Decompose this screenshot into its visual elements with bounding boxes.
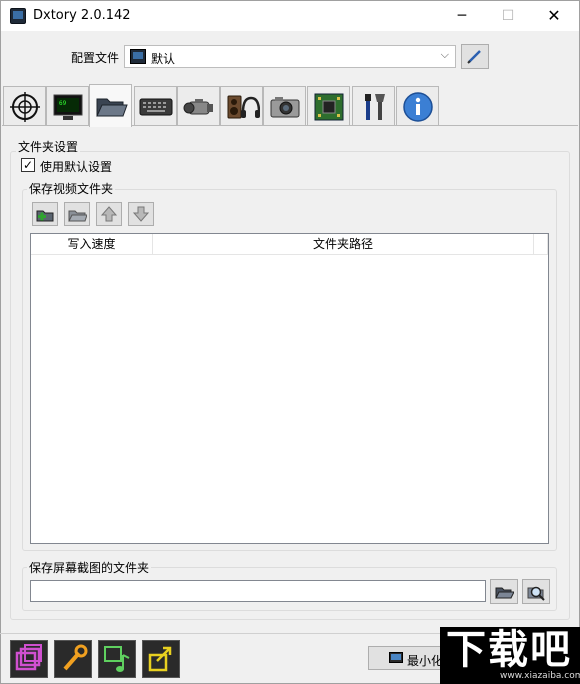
add-folder-icon (36, 210, 54, 222)
audio-icon (227, 95, 260, 118)
column-header-write-speed[interactable]: 写入速度 (31, 234, 153, 255)
move-up-button[interactable] (96, 202, 122, 226)
tab-keyboard[interactable] (134, 86, 177, 126)
tab-monitor[interactable]: 69 (46, 86, 89, 126)
keyboard-icon (139, 98, 172, 115)
video-camera-icon (183, 98, 213, 114)
magnifier-icon (527, 586, 545, 601)
remove-folder-icon (68, 210, 87, 222)
svg-text:69: 69 (59, 100, 67, 107)
screenshot-folder-title: 保存屏幕截图的文件夹 (27, 559, 152, 576)
app-icon (10, 8, 26, 24)
photo-camera-icon (270, 96, 299, 117)
export-button[interactable] (142, 640, 180, 678)
video-folder-list[interactable]: 写入速度 文件夹路径 (30, 233, 549, 544)
watermark-text: 下载吧 (446, 626, 572, 673)
tab-audio[interactable] (220, 86, 263, 126)
arrow-up-icon (100, 206, 118, 222)
overlay-icon (15, 644, 42, 671)
profile-label: 配置文件 (71, 51, 120, 65)
tab-info[interactable] (396, 86, 439, 126)
chevron-down-icon: ⌵ (440, 48, 449, 61)
wrench-icon (63, 644, 88, 671)
use-default-label: 使用默认设置 (40, 160, 113, 174)
tab-crosshair[interactable] (3, 86, 46, 126)
close-window-button[interactable]: ✕ (531, 1, 577, 31)
add-folder-button[interactable] (32, 202, 58, 226)
chip-icon (314, 93, 343, 120)
overlay-button[interactable] (10, 640, 48, 678)
move-down-button[interactable] (128, 202, 154, 226)
tools-icon (364, 93, 385, 120)
export-icon (148, 646, 172, 672)
settings-button[interactable] (54, 640, 92, 678)
monitor-icon (130, 49, 146, 64)
monitor-icon: 69 (53, 94, 82, 120)
minimize-to-tray-label: 最小化 (407, 654, 444, 668)
pencil-icon (467, 50, 481, 64)
maximize-window-button[interactable]: ☐ (485, 1, 531, 31)
column-header-filler (534, 234, 548, 255)
title-bar: Dxtory 2.0.142 ─ ☐ ✕ (1, 1, 579, 31)
tab-bar: 69 (0, 84, 580, 127)
tab-chip[interactable] (307, 86, 350, 126)
window-title: Dxtory 2.0.142 (33, 8, 131, 23)
info-icon (402, 91, 433, 122)
video-folder-title: 保存视频文件夹 (27, 180, 116, 197)
browse-folder-button[interactable] (490, 579, 518, 604)
watermark-url: www.xiazaiba.com (500, 671, 580, 681)
tab-video-camera[interactable] (177, 86, 220, 126)
column-header-folder-path[interactable]: 文件夹路径 (153, 234, 534, 255)
crosshair-icon (9, 91, 40, 122)
music-icon (104, 646, 130, 672)
watermark-logo: 下载吧 www.xiazaiba.com (440, 627, 580, 684)
folder-settings-title: 文件夹设置 (16, 138, 81, 155)
tab-folder[interactable] (89, 84, 132, 127)
screenshot-folder-input[interactable] (30, 580, 486, 602)
use-default-checkbox[interactable]: ✓ (21, 158, 35, 172)
search-folder-button[interactable] (522, 579, 550, 604)
profile-selected-value: 默认 (151, 52, 176, 66)
tab-tools[interactable] (352, 86, 395, 126)
folder-icon (95, 98, 128, 117)
remove-folder-button[interactable] (64, 202, 90, 226)
audio-button[interactable] (98, 640, 136, 678)
tab-photo-camera[interactable] (263, 86, 306, 126)
minimize-window-button[interactable]: ─ (439, 1, 485, 31)
open-folder-icon (495, 587, 514, 598)
monitor-icon (389, 652, 403, 663)
arrow-down-icon (132, 206, 150, 222)
edit-profile-button[interactable] (461, 44, 489, 69)
profile-select[interactable]: 默认 ⌵ (124, 45, 456, 68)
